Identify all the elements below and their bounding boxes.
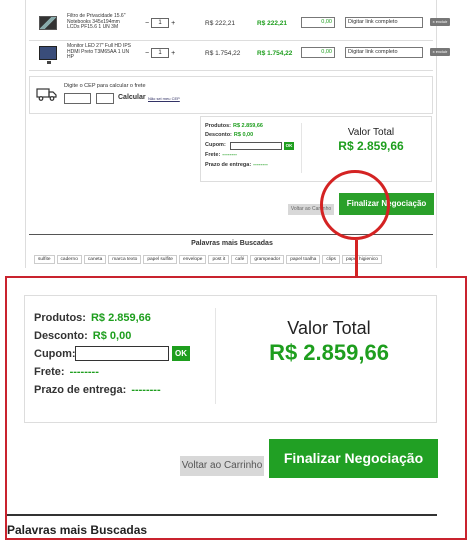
truck-icon: [36, 88, 57, 101]
coupon-label: Cupom:: [34, 348, 76, 360]
highlight-connector: [355, 240, 358, 280]
popular-tags: sulfite caderno caneta marca texto papel…: [34, 255, 434, 264]
tag-caderno[interactable]: caderno: [56, 255, 82, 264]
finalize-negotiation-button[interactable]: Finalizar Negociação: [269, 439, 438, 478]
product-name[interactable]: Filtro de Privacidade 15.6" Notebooks 34…: [67, 13, 133, 31]
discount-value: R$ 0,00: [233, 132, 254, 138]
coupon-input[interactable]: [230, 142, 282, 150]
total-value: R$ 2.859,66: [269, 340, 389, 365]
discount-value: R$ 0,00: [92, 330, 132, 342]
products-label: Produtos:: [34, 312, 86, 324]
row-divider: [29, 40, 433, 41]
row-total: R$ 1.754,22: [257, 50, 293, 57]
qty-decrease-button[interactable]: −: [145, 50, 149, 57]
row-total: R$ 222,21: [257, 20, 287, 27]
coupon-ok-button[interactable]: OK: [284, 142, 294, 150]
deadline-label: Prazo de entrega:: [205, 162, 252, 168]
products-label: Produtos:: [205, 123, 231, 129]
deadline-value: --------: [131, 384, 161, 396]
discount-input[interactable]: 0,00: [301, 17, 335, 28]
coupon-input[interactable]: [75, 346, 169, 361]
freight-summary-value: --------: [69, 366, 99, 378]
zoom-panel: Produtos: R$ 2.859,66 Desconto: R$ 0,00 Cu…: [5, 276, 467, 540]
highlight-circle: [320, 170, 390, 240]
product-image[interactable]: [39, 16, 57, 30]
qty-increase-button[interactable]: +: [171, 50, 175, 57]
popular-searches-title: Palavras mais Buscadas: [7, 523, 148, 537]
tag-papel-sulfite[interactable]: papel sulfite: [143, 255, 177, 264]
tag-grampeador[interactable]: grampeador: [250, 255, 285, 264]
freight-summary-value: --------: [222, 152, 237, 158]
summary-divider: [301, 123, 302, 173]
product-image[interactable]: [39, 46, 57, 64]
cep-input-suffix[interactable]: [96, 93, 114, 104]
deadline-value: --------: [253, 162, 268, 168]
no-cep-link[interactable]: Não sei meu CEP: [148, 96, 180, 101]
unit-price: R$ 1.754,22: [205, 50, 241, 57]
products-value: R$ 2.859,66: [232, 123, 263, 129]
qty-increase-button[interactable]: +: [171, 20, 175, 27]
order-summary-small: Produtos: R$ 2.859,66 Desconto: R$ 0,00 Cu…: [200, 116, 432, 182]
total-label: Valor Total: [287, 318, 371, 338]
discount-input[interactable]: 0,00: [301, 47, 335, 58]
summary-divider: [215, 308, 216, 404]
order-summary: Produtos: R$ 2.859,66 Desconto: R$ 0,00 Cu…: [24, 295, 437, 423]
tag-papel-toalha[interactable]: papel toalha: [286, 255, 321, 264]
total-value: R$ 2.859,66: [338, 139, 404, 153]
freight-label: Digite o CEP para calcular o frete: [64, 83, 146, 89]
deadline-label: Prazo de entrega:: [34, 384, 127, 396]
coupon-ok-button[interactable]: OK: [172, 346, 190, 361]
cart-row: Filtro de Privacidade 15.6" Notebooks 34…: [29, 12, 450, 40]
coupon-label: Cupom:: [205, 142, 226, 148]
row-divider: [29, 70, 433, 71]
tag-clips[interactable]: clips: [322, 255, 340, 264]
quantity-stepper: − 1 +: [145, 48, 175, 58]
tag-papel-higienico[interactable]: papel higienico: [341, 255, 382, 264]
tag-post-it[interactable]: post it: [208, 255, 230, 264]
exclude-button[interactable]: x excluir: [430, 48, 450, 56]
product-name[interactable]: Monitor LED 27" Full HD IPS HDMI Preto T…: [67, 43, 133, 61]
tag-marca-texto[interactable]: marca texto: [108, 255, 142, 264]
products-value: R$ 2.859,66: [90, 312, 151, 324]
freight-summary-label: Frete:: [205, 152, 221, 158]
qty-decrease-button[interactable]: −: [145, 20, 149, 27]
calculate-button[interactable]: Calcular: [118, 94, 146, 101]
qty-input[interactable]: 1: [151, 18, 170, 28]
qty-input[interactable]: 1: [151, 48, 170, 58]
discount-label: Desconto:: [205, 132, 232, 138]
quantity-stepper: − 1 +: [145, 18, 175, 28]
freight-summary-label: Frete:: [34, 366, 65, 378]
unit-price: R$ 222,21: [205, 20, 235, 27]
tag-sulfite[interactable]: sulfite: [34, 255, 55, 264]
link-input[interactable]: Digitar link completo: [345, 17, 423, 28]
total-label: Valor Total: [347, 127, 395, 138]
link-input[interactable]: Digitar link completo: [345, 47, 423, 58]
discount-label: Desconto:: [34, 330, 88, 342]
freight-calculator: Digite o CEP para calcular o frete Calcu…: [29, 76, 433, 114]
back-to-cart-button[interactable]: Voltar ao Carrinho: [180, 456, 264, 476]
tag-envelope[interactable]: envelope: [178, 255, 207, 264]
popular-searches-title: Palavras mais Buscadas: [191, 240, 273, 247]
tag-caneta[interactable]: caneta: [83, 255, 107, 264]
cep-input-prefix[interactable]: [64, 93, 91, 104]
tag-cafe[interactable]: café: [231, 255, 249, 264]
exclude-button[interactable]: x excluir: [430, 18, 450, 26]
cart-row: Monitor LED 27" Full HD IPS HDMI Preto T…: [29, 42, 450, 70]
section-divider: [7, 514, 437, 516]
